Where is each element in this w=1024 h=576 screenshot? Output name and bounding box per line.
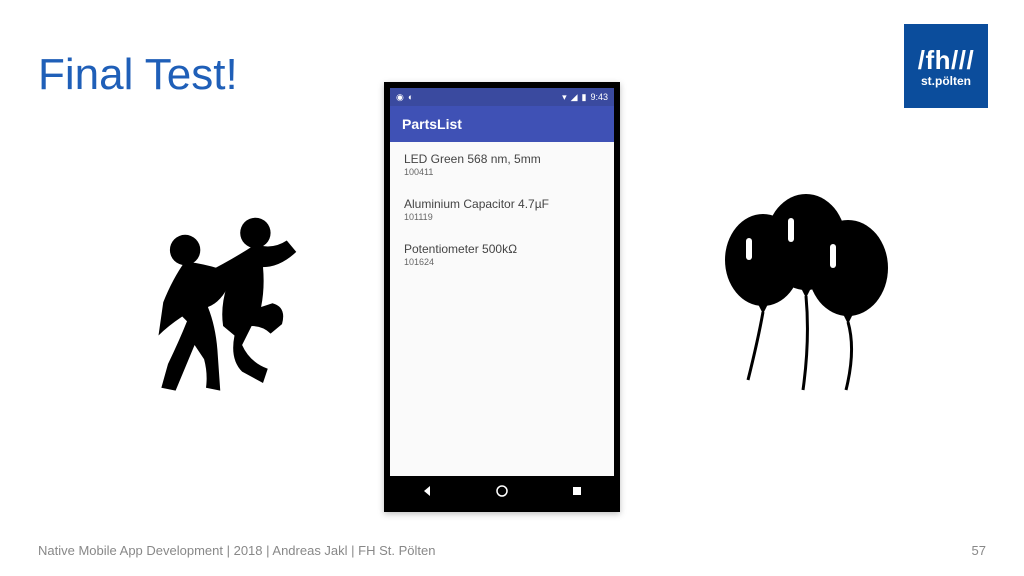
slide-title: Final Test! bbox=[38, 50, 238, 100]
status-time: 9:43 bbox=[590, 92, 608, 102]
battery-icon: ▮ bbox=[582, 92, 587, 103]
list-item-title: Potentiometer 500kΩ bbox=[404, 242, 600, 256]
list-item[interactable]: Potentiometer 500kΩ 101624 bbox=[390, 232, 614, 277]
android-nav-bar bbox=[390, 476, 614, 506]
home-button[interactable] bbox=[495, 484, 509, 498]
tag-icon: ◐ bbox=[408, 92, 413, 102]
recent-button[interactable] bbox=[570, 484, 584, 498]
balloons-icon bbox=[708, 190, 888, 400]
android-status-bar: ◉ ◐ ▾ ◢ ▮ 9:43 bbox=[390, 88, 614, 106]
phone-screen: ◉ ◐ ▾ ◢ ▮ 9:43 PartsList LED Green 568 n… bbox=[390, 88, 614, 506]
logo-top-text: /fh/// bbox=[918, 45, 974, 76]
phone-mockup: ◉ ◐ ▾ ◢ ▮ 9:43 PartsList LED Green 568 n… bbox=[384, 82, 620, 512]
logo-bottom-text: st.pölten bbox=[921, 74, 971, 88]
slide-footer: Native Mobile App Development | 2018 | A… bbox=[38, 543, 435, 558]
circle-icon: ◉ bbox=[396, 92, 404, 103]
fh-logo: /fh/// st.pölten bbox=[904, 24, 988, 108]
list-item-id: 100411 bbox=[404, 167, 600, 177]
list-content: LED Green 568 nm, 5mm 100411 Aluminium C… bbox=[390, 142, 614, 476]
wifi-icon: ▾ bbox=[562, 92, 567, 103]
slide: Final Test! /fh/// st.pölten ◉ ◐ ▾ ◢ bbox=[0, 0, 1024, 576]
celebration-dancing-icon bbox=[130, 212, 320, 402]
status-right-icons: ▾ ◢ ▮ 9:43 bbox=[562, 92, 608, 103]
status-left-icons: ◉ ◐ bbox=[396, 92, 413, 103]
list-item-title: Aluminium Capacitor 4.7µF bbox=[404, 197, 600, 211]
app-title: PartsList bbox=[402, 116, 462, 132]
slide-number: 57 bbox=[972, 543, 986, 558]
back-button[interactable] bbox=[420, 484, 434, 498]
list-item[interactable]: Aluminium Capacitor 4.7µF 101119 bbox=[390, 187, 614, 232]
list-item-id: 101119 bbox=[404, 212, 600, 222]
app-bar: PartsList bbox=[390, 106, 614, 142]
list-item-title: LED Green 568 nm, 5mm bbox=[404, 152, 600, 166]
signal-icon: ◢ bbox=[571, 92, 578, 103]
list-item-id: 101624 bbox=[404, 257, 600, 267]
list-item[interactable]: LED Green 568 nm, 5mm 100411 bbox=[390, 142, 614, 187]
